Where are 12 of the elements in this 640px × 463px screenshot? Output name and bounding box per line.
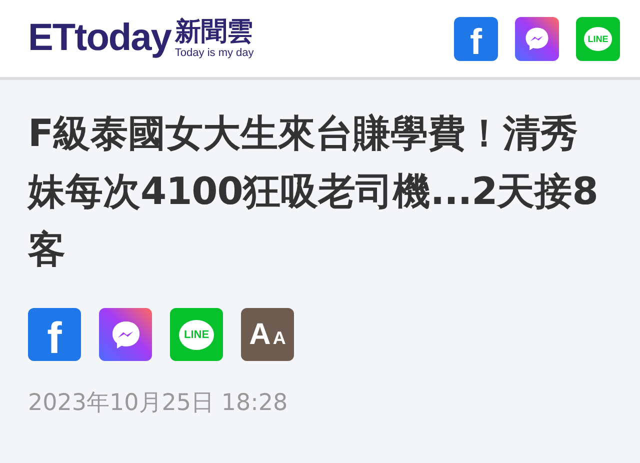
logo-tagline: Today is my day xyxy=(174,46,254,59)
line-button[interactable]: LINE xyxy=(170,308,223,361)
logo-title: 新聞雲 xyxy=(174,18,254,47)
logo-wordmark: ETtoday xyxy=(28,17,171,60)
article-headline: F級泰國女大生來台賺學費！清秀妹每次4100狂吸老司機...2天接8客 xyxy=(28,110,599,273)
line-button[interactable]: LINE xyxy=(576,16,620,60)
publish-date: 2023年10月25日 18:28 xyxy=(28,389,289,418)
messenger-button[interactable] xyxy=(99,308,152,361)
facebook-button[interactable]: f xyxy=(28,308,81,361)
font-size-button[interactable]: AA xyxy=(241,308,294,361)
messenger-button[interactable] xyxy=(515,16,559,60)
facebook-button[interactable]: f xyxy=(454,16,498,60)
